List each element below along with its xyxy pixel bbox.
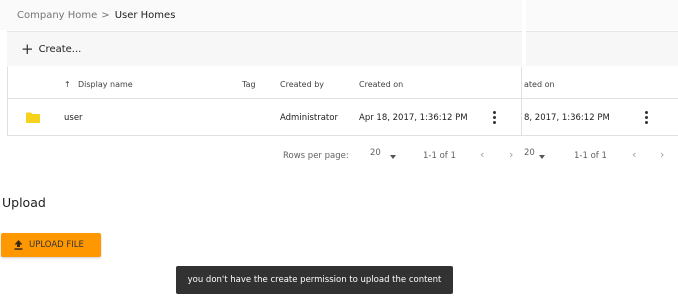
rows-per-page-label: Rows per page: [283, 151, 349, 161]
toolbar: + Create... [7, 31, 522, 66]
more-actions-icon[interactable] [492, 111, 496, 124]
upload-file-button[interactable]: UPLOAD FILE [1, 233, 101, 257]
pagination-range: 1-1 of 1 [423, 151, 456, 161]
upload-heading: Upload [2, 195, 46, 210]
ghost-rows-per-page-select[interactable]: 20 [524, 148, 535, 158]
row-created-on: Apr 18, 2017, 1:36:12 PM [359, 113, 468, 123]
breadcrumb-ghost [526, 0, 678, 30]
plus-icon: + [21, 39, 34, 58]
breadcrumb-company-home[interactable]: Company Home [17, 10, 97, 21]
table-row[interactable]: user Administrator Apr 18, 2017, 1:36:12… [8, 100, 521, 135]
table-ghost: ated on 8, 2017, 1:36:12 PM [522, 67, 678, 136]
snackbar-message: you don't have the create permission to … [187, 275, 442, 285]
column-tag[interactable]: Tag [242, 80, 256, 89]
create-button[interactable]: Create... [39, 44, 82, 55]
column-display-name[interactable]: Display name [78, 80, 133, 89]
column-created-on[interactable]: Created on [359, 80, 403, 89]
row-created-by: Administrator [280, 113, 338, 123]
previous-page-icon[interactable]: ‹ [480, 148, 484, 161]
ghost-column-created-on: ated on [524, 80, 555, 89]
breadcrumb-separator: > [101, 9, 110, 21]
ghost-more-actions-icon[interactable] [644, 111, 648, 124]
pagination: Rows per page: 20 1-1 of 1 ‹ › [283, 148, 523, 162]
ghost-chevron-down-icon[interactable] [539, 155, 545, 159]
ghost-next-page-icon[interactable]: › [660, 148, 664, 161]
ghost-row-created-on: 8, 2017, 1:36:12 PM [524, 113, 610, 123]
chevron-down-icon[interactable] [390, 155, 396, 159]
upload-icon [14, 240, 23, 250]
ghost-header: ated on [522, 67, 678, 99]
breadcrumb-user-homes: User Homes [114, 9, 176, 21]
rows-per-page-select[interactable]: 20 [370, 148, 381, 158]
folder-icon [26, 112, 40, 123]
snackbar: you don't have the create permission to … [176, 266, 453, 294]
ghost-pagination-range: 1-1 of 1 [574, 151, 607, 161]
row-name[interactable]: user [64, 113, 83, 123]
toolbar-ghost [526, 31, 678, 66]
ghost-previous-page-icon[interactable]: ‹ [632, 148, 636, 161]
document-list: ↑ Display name Tag Created by Created on… [7, 67, 522, 136]
breadcrumb: Company Home > User Homes [0, 0, 522, 30]
next-page-icon[interactable]: › [509, 148, 513, 161]
ghost-pagination: 20 1-1 of 1 ‹ › [524, 148, 676, 162]
upload-file-label: UPLOAD FILE [29, 240, 84, 250]
table-header: ↑ Display name Tag Created by Created on [8, 67, 521, 99]
arrow-up-icon[interactable]: ↑ [64, 80, 71, 89]
column-created-by[interactable]: Created by [280, 80, 324, 89]
